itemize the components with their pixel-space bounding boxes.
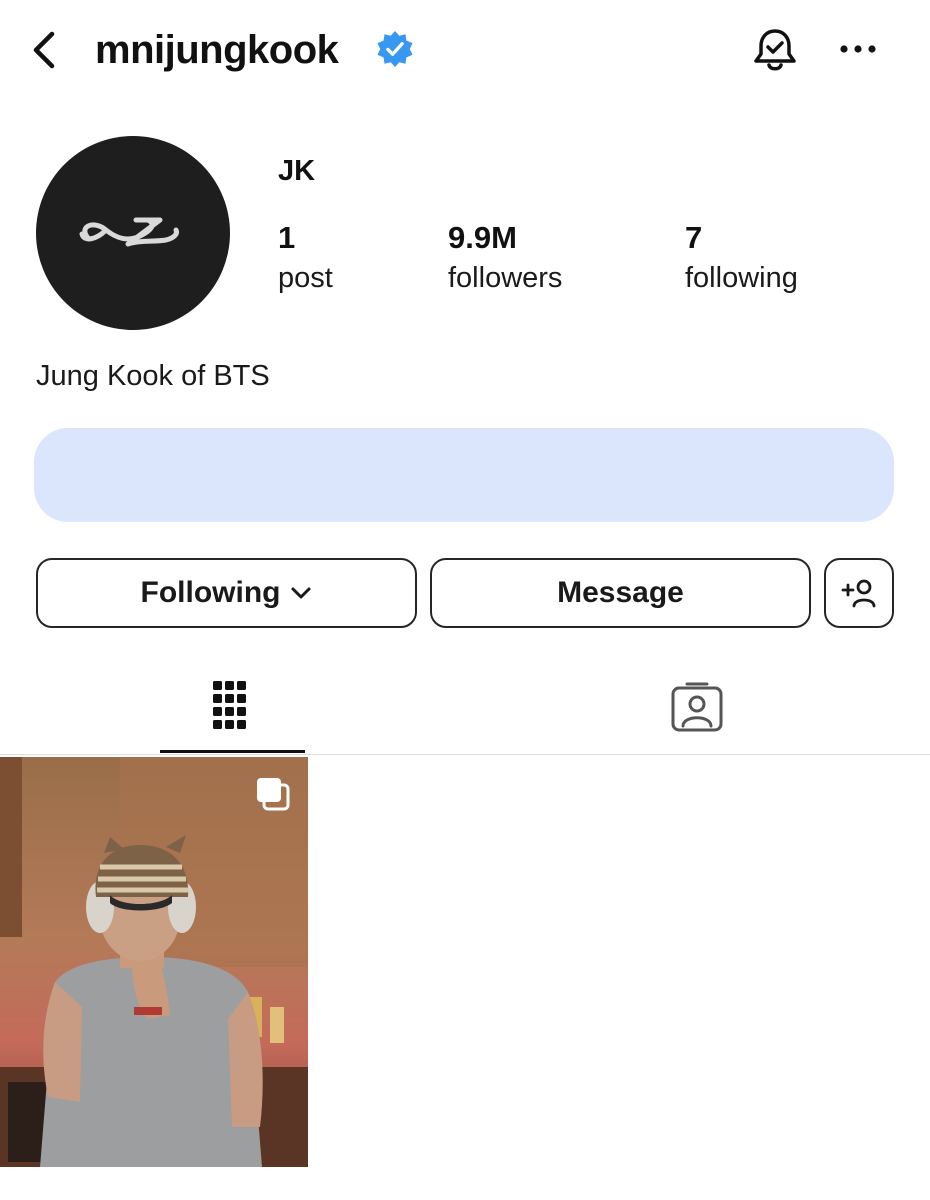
add-user-icon [841, 579, 876, 608]
highlight-banner[interactable] [34, 428, 894, 522]
active-tab-indicator [160, 750, 305, 753]
profile-avatar[interactable] [36, 136, 230, 330]
infinity-jz-logo [79, 217, 179, 247]
chevron-down-icon [291, 587, 311, 599]
notifications-button[interactable] [748, 24, 802, 78]
following-count-label: following [685, 262, 798, 294]
followers-count[interactable]: 9.9M followers [448, 218, 562, 298]
carousel-icon [257, 778, 290, 811]
chevron-left-icon [33, 31, 55, 69]
posts-count-label: post [278, 262, 333, 294]
tab-posts-grid[interactable] [160, 672, 305, 752]
more-options-button[interactable] [836, 34, 880, 64]
suggested-users-button[interactable] [824, 558, 894, 628]
tagged-user-icon [671, 682, 723, 732]
more-horizontal-icon [840, 45, 876, 53]
profile-bio: Jung Kook of BTS [36, 360, 270, 392]
following-count[interactable]: 7 following [685, 218, 798, 298]
back-button[interactable] [26, 28, 62, 72]
bell-check-icon [754, 29, 796, 71]
profile-username: mnijungkook [95, 28, 339, 72]
tab-tagged[interactable] [625, 672, 770, 752]
following-button[interactable]: Following [36, 558, 417, 628]
post-photo [0, 757, 308, 1167]
display-name: JK [278, 155, 316, 187]
message-button[interactable]: Message [430, 558, 811, 628]
following-count-value: 7 [685, 220, 703, 255]
top-bar: mnijungkook [0, 0, 930, 100]
followers-count-value: 9.9M [448, 220, 517, 255]
tabs-divider [0, 754, 930, 755]
posts-count[interactable]: 1 post [278, 218, 333, 298]
following-button-label: Following [140, 576, 281, 609]
post-thumbnail[interactable] [0, 757, 308, 1167]
message-button-label: Message [557, 576, 684, 609]
posts-count-value: 1 [278, 220, 296, 255]
followers-count-label: followers [448, 262, 563, 294]
grid-icon [213, 681, 246, 729]
verified-badge-icon [377, 30, 413, 68]
